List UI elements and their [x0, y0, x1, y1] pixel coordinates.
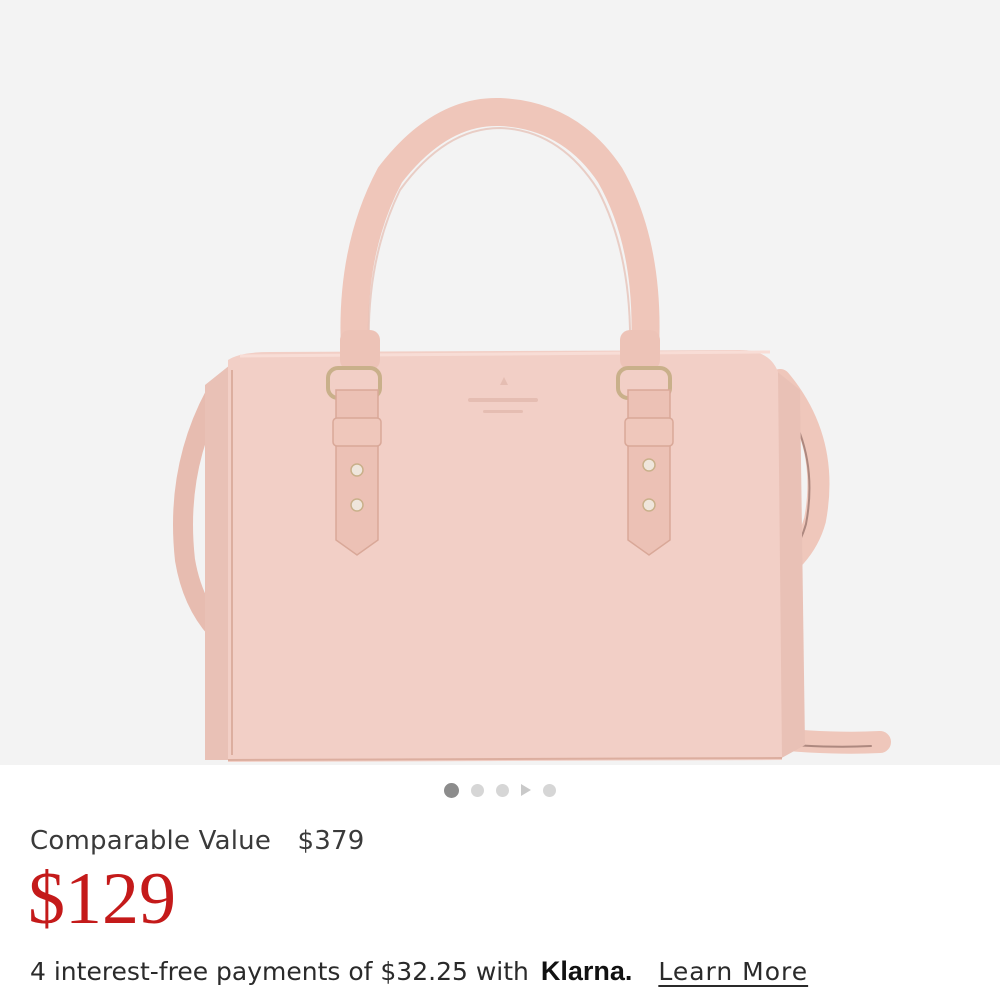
carousel-indicators	[0, 780, 1000, 800]
carousel-dot-3[interactable]	[496, 783, 509, 797]
installments-row: 4 interest-free payments of $32.25 with …	[30, 956, 808, 987]
sale-price: $129	[28, 858, 176, 940]
comparable-value-row: Comparable Value $379	[30, 826, 364, 856]
handbag-illustration	[173, 97, 891, 762]
installments-text: 4 interest-free payments of $32.25 with	[30, 957, 529, 986]
product-image[interactable]	[0, 0, 1000, 765]
learn-more-link[interactable]: Learn More	[658, 957, 808, 986]
carousel-dot-1[interactable]	[444, 782, 459, 798]
carousel-dot-5[interactable]	[543, 783, 556, 797]
comparable-value-price: $379	[297, 826, 365, 856]
play-video-icon[interactable]	[521, 784, 531, 796]
carousel-dot-2[interactable]	[471, 783, 484, 797]
klarna-logo: Klarna.	[540, 956, 633, 986]
comparable-value-label: Comparable Value	[30, 826, 272, 856]
